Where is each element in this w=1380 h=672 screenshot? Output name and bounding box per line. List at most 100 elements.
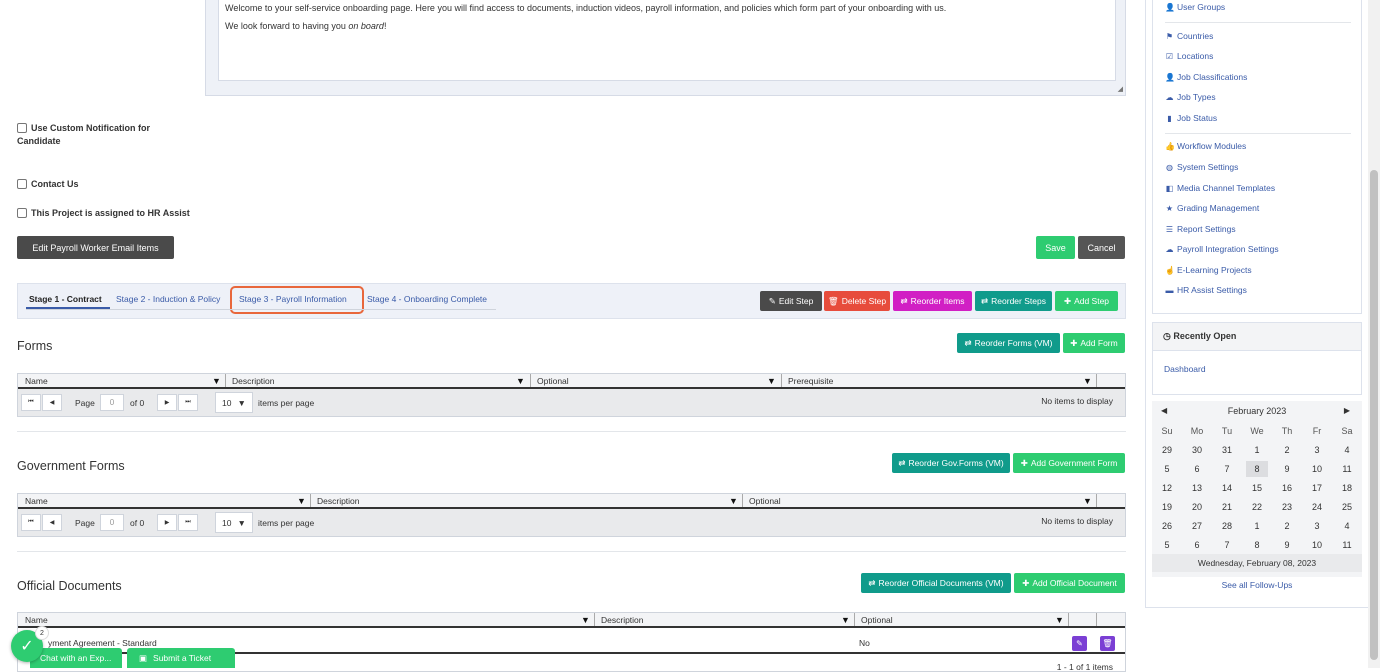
calendar-day[interactable]: 27	[1182, 521, 1212, 531]
calendar-day[interactable]: 21	[1212, 502, 1242, 512]
col-description[interactable]: Description	[317, 496, 360, 506]
reorder-steps-button[interactable]: ⇄ Reorder Steps	[975, 291, 1052, 311]
filter-icon[interactable]: ▼	[841, 615, 850, 625]
calendar-day[interactable]: 5	[1152, 464, 1182, 474]
calendar-day[interactable]: 14	[1212, 483, 1242, 493]
sidebar-item-job-classifications[interactable]: 👤 Job Classifications	[1165, 72, 1247, 82]
see-all-follow-ups-link[interactable]: See all Follow-Ups	[1152, 580, 1362, 590]
col-description[interactable]: Description	[232, 376, 275, 386]
editor-content[interactable]: Welcome to your self-service onboarding …	[218, 0, 1116, 81]
calendar-day[interactable]: 19	[1152, 502, 1182, 512]
col-name[interactable]: Name	[25, 615, 48, 625]
calendar-day[interactable]: 28	[1212, 521, 1242, 531]
col-optional[interactable]: Optional	[861, 615, 893, 625]
last-page-icon[interactable]: ⏭	[178, 514, 198, 531]
delete-step-button[interactable]: 🗑 Delete Step	[824, 291, 890, 311]
prev-page-icon[interactable]: ◀	[42, 514, 62, 531]
prev-page-icon[interactable]: ◀	[42, 394, 62, 411]
tab-stage-4[interactable]: Stage 4 - Onboarding Complete	[367, 294, 487, 304]
edit-step-button[interactable]: ✎ Edit Step	[760, 291, 822, 311]
sidebar-item-countries[interactable]: ⚑ Countries	[1165, 31, 1213, 41]
calendar-day[interactable]: 7	[1212, 540, 1242, 550]
calendar-day[interactable]: 11	[1332, 464, 1362, 474]
recent-item-dashboard[interactable]: Dashboard	[1164, 364, 1206, 374]
col-optional[interactable]: Optional	[537, 376, 569, 386]
calendar-day[interactable]: 1	[1242, 445, 1272, 455]
add-official-doc-button[interactable]: ✚ Add Official Document	[1014, 573, 1125, 593]
calendar-day[interactable]: 6	[1182, 464, 1212, 474]
calendar-day[interactable]: 31	[1212, 445, 1242, 455]
first-page-icon[interactable]: ⏮	[21, 514, 41, 531]
calendar-day[interactable]: 24	[1302, 502, 1332, 512]
delete-icon[interactable]: 🗑	[1100, 636, 1115, 651]
calendar-day[interactable]: 13	[1182, 483, 1212, 493]
scrollbar[interactable]	[1368, 0, 1380, 668]
filter-icon[interactable]: ▼	[1083, 496, 1092, 506]
calendar-day[interactable]: 12	[1152, 483, 1182, 493]
calendar-day[interactable]: 3	[1302, 445, 1332, 455]
filter-icon[interactable]: ▼	[212, 376, 221, 386]
sidebar-item-hr-assist-settings[interactable]: ▬ HR Assist Settings	[1165, 285, 1247, 295]
col-prerequisite[interactable]: Prerequisite	[788, 376, 833, 386]
tab-stage-1[interactable]: Stage 1 - Contract	[29, 294, 102, 304]
calendar-day[interactable]: 4	[1332, 445, 1362, 455]
calendar-day[interactable]: 1	[1242, 521, 1272, 531]
calendar-day[interactable]: 9	[1272, 540, 1302, 550]
calendar-day[interactable]: 17	[1302, 483, 1332, 493]
add-step-button[interactable]: ✚ Add Step	[1055, 291, 1118, 311]
calendar-day[interactable]: 2	[1272, 445, 1302, 455]
save-button[interactable]: Save	[1036, 236, 1075, 259]
page-input[interactable]: 0	[100, 514, 124, 531]
sidebar-item-workflow-modules[interactable]: 👍 Workflow Modules	[1165, 141, 1246, 151]
checkbox-box[interactable]	[17, 208, 27, 218]
calendar-day[interactable]: 6	[1182, 540, 1212, 550]
add-gov-form-button[interactable]: ✚ Add Government Form	[1013, 453, 1125, 473]
sidebar-item-media-channel-templates[interactable]: ◧ Media Channel Templates	[1165, 183, 1275, 193]
sidebar-item-job-types[interactable]: ☁ Job Types	[1165, 92, 1216, 102]
per-page-select[interactable]: 10 ▼	[215, 392, 253, 413]
page-input[interactable]: 0	[100, 394, 124, 411]
col-optional[interactable]: Optional	[749, 496, 781, 506]
first-page-icon[interactable]: ⏮	[21, 394, 41, 411]
checkbox-box[interactable]	[17, 123, 27, 133]
sidebar-item-job-status[interactable]: ▮ Job Status	[1165, 113, 1217, 123]
custom-notification-checkbox[interactable]: Use Custom Notification for	[17, 123, 150, 133]
calendar-month[interactable]: February 2023	[1152, 406, 1362, 416]
calendar-day[interactable]: 25	[1332, 502, 1362, 512]
calendar-day[interactable]: 8	[1242, 540, 1272, 550]
chat-with-expert-button[interactable]: Chat with an Exp...	[30, 648, 122, 668]
cancel-button[interactable]: Cancel	[1078, 236, 1125, 259]
sidebar-item-report-settings[interactable]: ☰ Report Settings	[1165, 224, 1236, 234]
calendar-day[interactable]: 16	[1272, 483, 1302, 493]
sidebar-item-payroll-integration-settings[interactable]: ☁ Payroll Integration Settings	[1165, 244, 1279, 254]
calendar-day[interactable]: 11	[1332, 540, 1362, 550]
reorder-items-button[interactable]: ⇄ Reorder Items	[893, 291, 972, 311]
calendar-day[interactable]: 23	[1272, 502, 1302, 512]
calendar-day[interactable]: 5	[1152, 540, 1182, 550]
calendar-day[interactable]: 29	[1152, 445, 1182, 455]
calendar-day[interactable]: 3	[1302, 521, 1332, 531]
filter-icon[interactable]: ▼	[729, 496, 738, 506]
sidebar-item-system-settings[interactable]: ◍ System Settings	[1165, 162, 1238, 172]
checkbox-box[interactable]	[17, 179, 27, 189]
calendar-today-footer[interactable]: Wednesday, February 08, 2023	[1152, 554, 1362, 572]
submit-ticket-button[interactable]: ▣ Submit a Ticket	[127, 648, 235, 668]
calendar-day[interactable]: 26	[1152, 521, 1182, 531]
scrollbar-thumb[interactable]	[1370, 170, 1378, 660]
sidebar-item-user-groups[interactable]: 👤 User Groups	[1165, 2, 1225, 12]
calendar-day[interactable]: 30	[1182, 445, 1212, 455]
calendar-day[interactable]: 15	[1242, 483, 1272, 493]
calendar-day[interactable]: 22	[1242, 502, 1272, 512]
filter-icon[interactable]: ▼	[581, 615, 590, 625]
next-page-icon[interactable]: ▶	[157, 394, 177, 411]
calendar-day[interactable]: 9	[1272, 464, 1302, 474]
next-month-icon[interactable]: ▶	[1344, 406, 1350, 415]
calendar-day[interactable]: 18	[1332, 483, 1362, 493]
calendar-day[interactable]: 4	[1332, 521, 1362, 531]
calendar-day[interactable]: 20	[1182, 502, 1212, 512]
edit-payroll-button[interactable]: Edit Payroll Worker Email Items	[17, 236, 174, 259]
filter-icon[interactable]: ▼	[516, 376, 525, 386]
sidebar-item-locations[interactable]: ☑ Locations	[1165, 51, 1213, 61]
col-name[interactable]: Name	[25, 496, 48, 506]
resize-handle-icon[interactable]: ◢	[1118, 85, 1123, 93]
